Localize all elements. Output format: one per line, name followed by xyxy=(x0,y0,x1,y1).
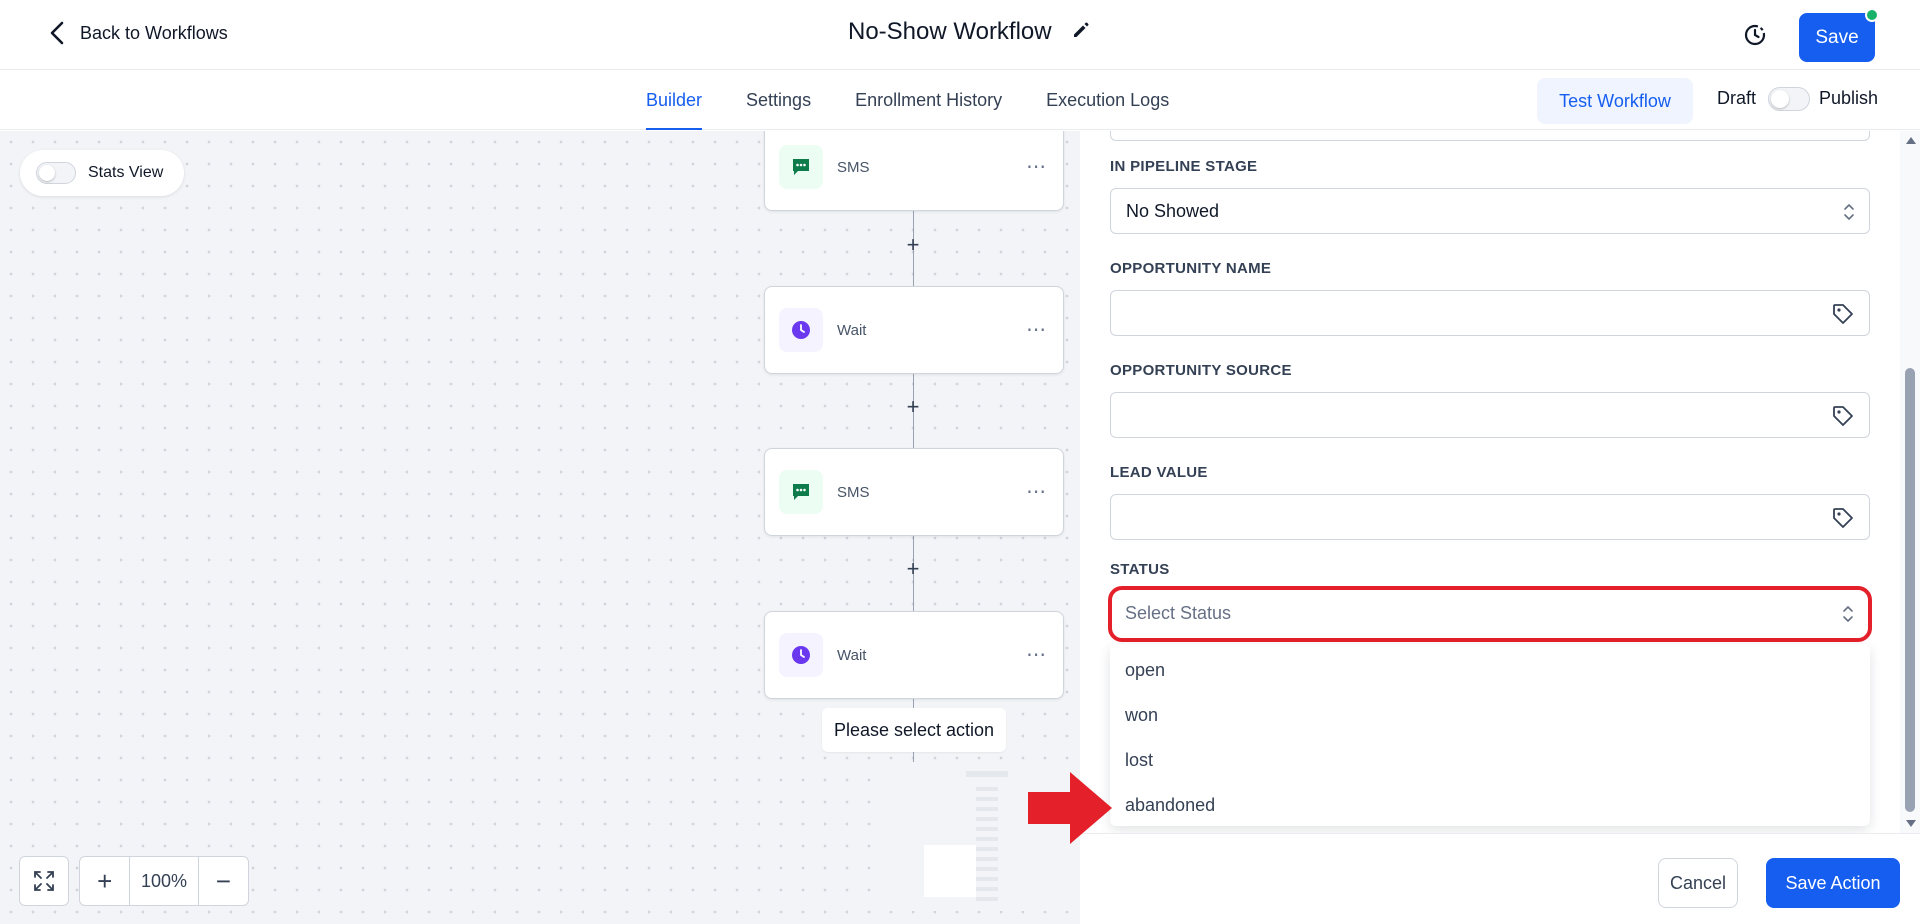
chat-icon xyxy=(779,470,823,514)
zoom-out-button[interactable]: − xyxy=(199,857,248,905)
node-label: SMS xyxy=(837,158,870,176)
add-step-plus[interactable]: + xyxy=(902,234,924,257)
minimap-viewport xyxy=(924,845,976,897)
stats-toggle-switch[interactable] xyxy=(36,162,76,184)
lead-value-input[interactable] xyxy=(1110,494,1870,540)
status-dropdown: open won lost abandoned xyxy=(1110,644,1870,826)
tab-enrollment-history[interactable]: Enrollment History xyxy=(833,70,1024,130)
zoom-controls: + 100% − xyxy=(79,856,249,906)
clock-icon xyxy=(779,308,823,352)
tab-bar: Builder Settings Enrollment History Exec… xyxy=(0,70,1920,130)
panel-scroll-area[interactable]: IN PIPELINE STAGE No Showed OPPORTUNITY … xyxy=(1080,131,1920,833)
red-arrow-annotation-icon xyxy=(1028,772,1112,844)
minimap-shape xyxy=(966,771,1008,777)
panel-footer: Cancel Save Action xyxy=(1080,833,1920,924)
workflow-title-group: No-Show Workflow xyxy=(848,18,1090,46)
save-button[interactable]: Save xyxy=(1799,13,1875,62)
save-action-button[interactable]: Save Action xyxy=(1766,858,1900,908)
top-bar: Back to Workflows No-Show Workflow Save xyxy=(0,0,1920,70)
status-option-won[interactable]: won xyxy=(1110,693,1870,738)
page-title: No-Show Workflow xyxy=(848,18,1052,45)
draft-label: Draft xyxy=(1717,88,1757,108)
status-select[interactable]: Select Status xyxy=(1108,586,1872,642)
tab-settings[interactable]: Settings xyxy=(724,70,833,130)
back-to-workflows-link[interactable]: Back to Workflows xyxy=(48,20,228,46)
zoom-in-button[interactable]: + xyxy=(80,857,129,905)
expand-icon xyxy=(34,871,54,891)
unsaved-indicator-dot xyxy=(1865,8,1879,22)
node-label: Wait xyxy=(837,321,867,339)
chevron-left-icon xyxy=(50,21,64,45)
clock-icon xyxy=(779,633,823,677)
minimap-shape xyxy=(976,787,998,907)
fit-to-screen-button[interactable] xyxy=(19,856,69,906)
node-label: Wait xyxy=(837,646,867,664)
publish-toggle[interactable] xyxy=(1768,87,1810,111)
stats-view-label: Stats View xyxy=(88,164,164,181)
stats-view-toggle[interactable]: Stats View xyxy=(20,150,184,196)
node-label: SMS xyxy=(837,483,870,501)
version-history-icon[interactable] xyxy=(1740,20,1770,50)
workflow-node-wait[interactable]: Wait ⋯ xyxy=(764,611,1064,699)
pipeline-stage-label: IN PIPELINE STAGE xyxy=(1110,158,1258,175)
tab-builder[interactable]: Builder xyxy=(646,70,724,130)
workflow-node-sms[interactable]: SMS ⋯ xyxy=(764,448,1064,536)
workflow-node-wait[interactable]: Wait ⋯ xyxy=(764,286,1064,374)
tag-icon[interactable] xyxy=(1831,302,1855,326)
more-options-icon[interactable]: ⋯ xyxy=(1026,642,1047,667)
publish-label: Publish xyxy=(1819,88,1879,108)
cancel-button[interactable]: Cancel xyxy=(1658,858,1738,908)
chevron-updown-icon xyxy=(1844,204,1854,220)
connector-line xyxy=(913,752,914,762)
status-label: STATUS xyxy=(1110,561,1170,578)
more-options-icon[interactable]: ⋯ xyxy=(1026,154,1047,179)
toggle-knob xyxy=(1771,90,1789,108)
tab-execution-logs[interactable]: Execution Logs xyxy=(1024,70,1191,130)
add-step-plus[interactable]: + xyxy=(902,396,924,419)
add-step-plus[interactable]: + xyxy=(902,558,924,581)
more-options-icon[interactable]: ⋯ xyxy=(1026,479,1047,504)
chevron-updown-icon xyxy=(1843,606,1853,622)
pipeline-stage-select[interactable]: No Showed xyxy=(1110,188,1870,234)
workflow-canvas[interactable]: Stats View + + + SMS ⋯ Wait ⋯ SMS ⋯ Wait… xyxy=(0,131,1080,924)
opportunity-name-input[interactable] xyxy=(1110,290,1870,336)
chat-icon xyxy=(779,145,823,189)
select-action-placeholder[interactable]: Please select action xyxy=(822,708,1006,752)
tag-icon[interactable] xyxy=(1831,404,1855,428)
back-label: Back to Workflows xyxy=(80,22,228,43)
toggle-knob xyxy=(39,165,55,181)
opportunity-source-input[interactable] xyxy=(1110,392,1870,438)
workflow-node-sms[interactable]: SMS ⋯ xyxy=(764,131,1064,211)
scroll-thumb[interactable] xyxy=(1905,368,1915,812)
scroll-down-arrow[interactable] xyxy=(1906,820,1916,827)
previous-field-input[interactable] xyxy=(1110,131,1870,141)
panel-scrollbar[interactable] xyxy=(1900,131,1920,833)
status-option-abandoned[interactable]: abandoned xyxy=(1110,783,1870,828)
test-workflow-button[interactable]: Test Workflow xyxy=(1537,78,1693,124)
scroll-up-arrow[interactable] xyxy=(1906,137,1916,144)
opportunity-name-label: OPPORTUNITY NAME xyxy=(1110,260,1272,277)
status-option-open[interactable]: open xyxy=(1110,648,1870,693)
pipeline-stage-value: No Showed xyxy=(1126,201,1220,221)
opportunity-source-label: OPPORTUNITY SOURCE xyxy=(1110,362,1292,379)
lead-value-label: LEAD VALUE xyxy=(1110,464,1208,481)
zoom-level: 100% xyxy=(129,857,199,905)
edit-pencil-icon[interactable] xyxy=(1072,21,1090,44)
tabs: Builder Settings Enrollment History Exec… xyxy=(646,70,1191,130)
status-placeholder: Select Status xyxy=(1125,603,1232,623)
status-option-lost[interactable]: lost xyxy=(1110,738,1870,783)
action-settings-panel: IN PIPELINE STAGE No Showed OPPORTUNITY … xyxy=(1080,131,1920,924)
more-options-icon[interactable]: ⋯ xyxy=(1026,317,1047,342)
tag-icon[interactable] xyxy=(1831,506,1855,530)
